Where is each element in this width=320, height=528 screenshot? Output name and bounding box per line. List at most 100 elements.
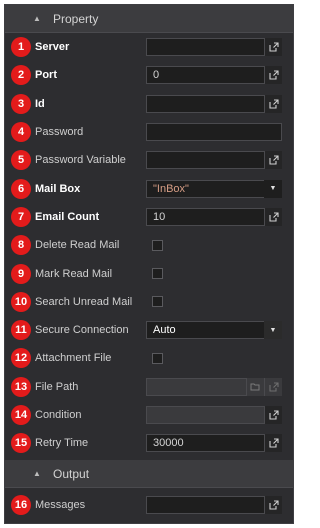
id-input[interactable]: [146, 94, 282, 113]
step-badge: 12: [11, 348, 31, 369]
external-link-icon: [268, 500, 279, 510]
password-control: [146, 123, 282, 142]
port-control: 0: [146, 66, 282, 85]
property-panel: ▲ Property 1 Server 2 Port 0 3 Id 4 Pass…: [4, 4, 294, 524]
property-label-search-unread-mail: Search Unread Mail: [35, 295, 133, 308]
retry-time-value: 30000: [153, 437, 184, 450]
retry-time-control: 30000: [146, 434, 282, 453]
retry-time-input[interactable]: 30000: [146, 434, 282, 453]
step-badge: 7: [11, 206, 31, 227]
property-label-secure-connection: Secure Connection: [35, 324, 129, 337]
password-variable-control: [146, 151, 282, 170]
step-badge: 9: [11, 263, 31, 284]
step-badge: 1: [11, 37, 31, 58]
property-row-delete-read-mail: 8 Delete Read Mail: [5, 231, 293, 259]
external-link-icon: [268, 155, 279, 165]
open-editor-button[interactable]: [264, 66, 282, 85]
property-row-id: 3 Id: [5, 90, 293, 118]
open-editor-button[interactable]: [264, 434, 282, 453]
step-badge: 11: [11, 320, 31, 341]
step-badge: 6: [11, 178, 31, 199]
open-editor-button[interactable]: [264, 495, 282, 514]
property-row-server: 1 Server: [5, 33, 293, 61]
messages-control: [146, 495, 282, 514]
open-editor-button: [264, 377, 282, 396]
property-row-attachment-file: 12 Attachment File: [5, 344, 293, 372]
section-title-output: Output: [53, 466, 90, 481]
property-row-condition: 14 Condition: [5, 401, 293, 429]
property-row-mail-box: 6 Mail Box "InBox" ▼: [5, 174, 293, 202]
step-badge: 5: [11, 150, 31, 171]
secure-connection-value: Auto: [153, 324, 176, 337]
secure-connection-field[interactable]: Auto: [146, 321, 282, 340]
email-count-control: 10: [146, 207, 282, 226]
server-control: [146, 38, 282, 57]
step-badge: 16: [11, 494, 31, 515]
property-row-messages: 16 Messages: [5, 490, 293, 518]
open-editor-button[interactable]: [264, 151, 282, 170]
external-link-icon: [268, 212, 279, 222]
property-row-search-unread-mail: 10 Search Unread Mail: [5, 288, 293, 316]
external-link-icon: [268, 410, 279, 420]
step-badge: 4: [11, 122, 31, 143]
step-badge: 10: [11, 291, 31, 312]
caret-down-icon[interactable]: ▼: [264, 179, 282, 198]
property-row-email-count: 7 Email Count 10: [5, 203, 293, 231]
step-badge: 13: [11, 376, 31, 397]
section-title-property: Property: [53, 11, 99, 26]
attachment-file-checkbox[interactable]: [152, 352, 163, 364]
property-row-password: 4 Password: [5, 118, 293, 146]
password-input[interactable]: [146, 123, 282, 142]
step-badge: 14: [11, 405, 31, 425]
external-link-icon: [268, 42, 279, 52]
property-label-delete-read-mail: Delete Read Mail: [35, 239, 120, 252]
collapse-caret-icon[interactable]: ▲: [33, 14, 43, 23]
external-link-icon: [268, 438, 279, 448]
property-row-retry-time: 15 Retry Time 30000: [5, 429, 293, 457]
property-row-secure-connection: 11 Secure Connection Auto ▼: [5, 316, 293, 344]
property-row-mark-read-mail: 9 Mark Read Mail: [5, 259, 293, 287]
open-editor-button[interactable]: [264, 406, 282, 424]
caret-down-icon[interactable]: ▼: [264, 321, 282, 340]
property-label-messages: Messages: [35, 498, 86, 511]
step-badge: 3: [11, 93, 31, 114]
section-header-output[interactable]: ▲ Output: [5, 460, 293, 489]
port-input[interactable]: 0: [146, 66, 282, 85]
email-count-value: 10: [153, 210, 166, 223]
open-editor-button[interactable]: [264, 207, 282, 226]
property-label-server: Server: [35, 41, 70, 54]
folder-icon: [250, 383, 260, 391]
step-badge: 2: [11, 65, 31, 86]
secure-connection-select[interactable]: Auto ▼: [146, 321, 282, 340]
property-label-file-path: File Path: [35, 380, 79, 393]
email-count-input[interactable]: 10: [146, 207, 282, 226]
property-label-condition: Condition: [35, 409, 82, 421]
open-editor-button[interactable]: [264, 94, 282, 113]
mail-box-field[interactable]: "InBox": [146, 179, 282, 198]
section-header-property[interactable]: ▲ Property: [5, 5, 293, 33]
condition-control: [146, 406, 282, 424]
collapse-caret-icon[interactable]: ▲: [33, 469, 43, 478]
id-control: [146, 94, 282, 113]
server-input[interactable]: [146, 38, 282, 57]
property-label-attachment-file: Attachment File: [35, 352, 112, 365]
mail-box-value: "InBox": [153, 182, 189, 195]
property-label-mark-read-mail: Mark Read Mail: [35, 267, 113, 280]
property-label-email-count: Email Count: [35, 210, 100, 223]
mail-box-select[interactable]: "InBox" ▼: [146, 179, 282, 198]
search-unread-mail-checkbox[interactable]: [152, 296, 163, 308]
external-link-icon: [268, 70, 279, 80]
property-label-mail-box: Mail Box: [35, 182, 81, 195]
condition-input[interactable]: [146, 406, 282, 424]
mark-read-mail-checkbox[interactable]: [152, 268, 163, 280]
property-row-port: 2 Port 0: [5, 61, 293, 89]
property-label-password: Password: [35, 126, 84, 139]
property-row-password-variable: 5 Password Variable: [5, 146, 293, 174]
property-label-port: Port: [35, 69, 57, 82]
messages-input[interactable]: [146, 495, 282, 514]
delete-read-mail-checkbox[interactable]: [152, 239, 163, 251]
password-variable-input[interactable]: [146, 151, 282, 170]
open-editor-button[interactable]: [264, 38, 282, 57]
property-row-file-path: 13 File Path: [5, 373, 293, 401]
step-badge: 8: [11, 235, 31, 256]
